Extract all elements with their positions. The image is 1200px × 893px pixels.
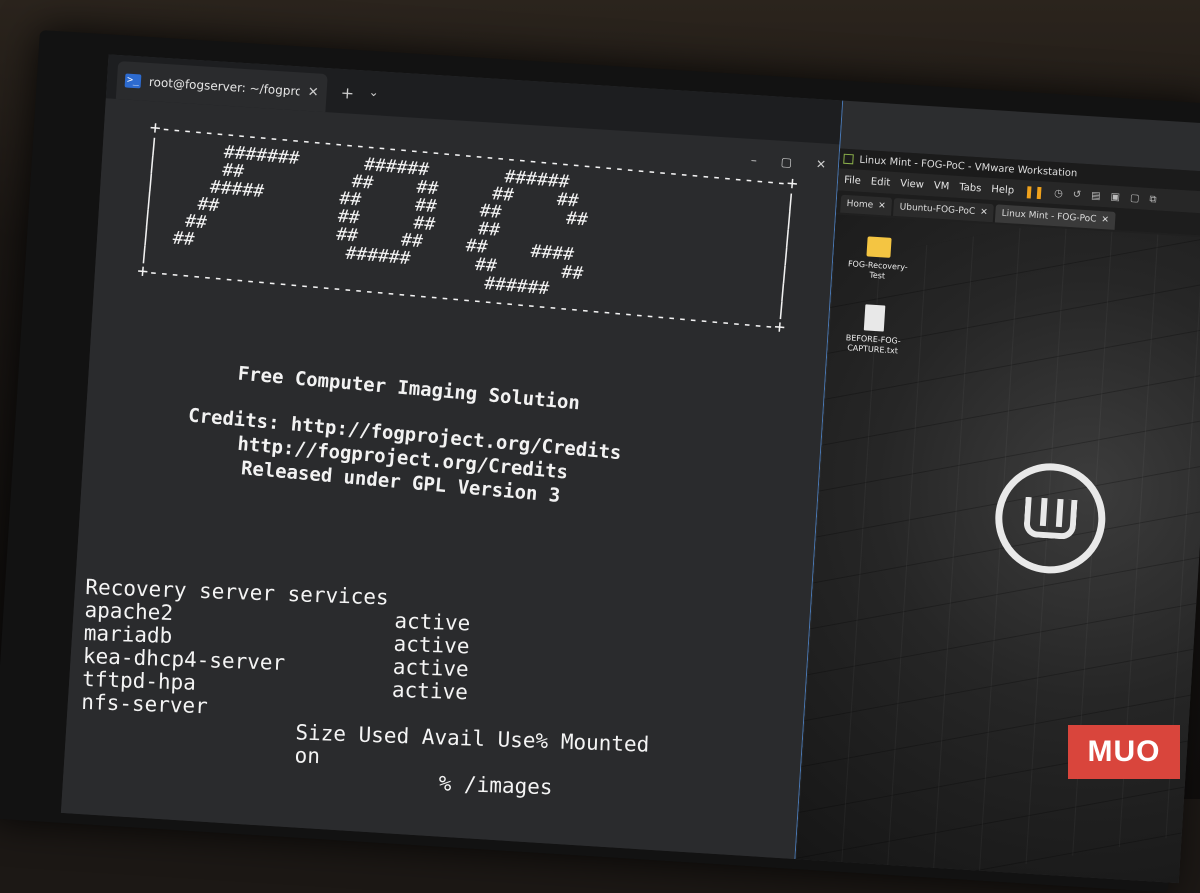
fog-ascii-banner: +---------------------------------------…	[136, 117, 798, 338]
desktop-icon-label: FOG-Recovery-Test	[847, 259, 908, 281]
fullscreen-icon[interactable]: ▣	[1110, 191, 1120, 203]
powershell-icon: >_	[124, 73, 142, 89]
close-icon: ✕	[979, 207, 988, 218]
tab-label: Home	[846, 199, 874, 211]
view-icon[interactable]: ⧉	[1149, 194, 1157, 205]
monitor-bezel: >_ root@fogserver: ~/fogproject ✕ + ⌄ – …	[0, 30, 1200, 893]
menu-vm[interactable]: VM	[934, 180, 950, 192]
terminal-output[interactable]: +---------------------------------------…	[67, 107, 839, 859]
text-file-icon	[863, 304, 886, 332]
tab-label: Linux Mint - FOG-PoC	[1001, 208, 1097, 225]
tab-home[interactable]: Home ✕	[840, 194, 893, 216]
guest-desktop[interactable]: FOG-Recovery-Test BEFORE-FOG-CAPTURE.txt	[795, 214, 1200, 884]
close-icon[interactable]: ✕	[307, 84, 319, 100]
snapshot-icon[interactable]: ◷	[1054, 188, 1063, 200]
desktop-icon-textfile[interactable]: BEFORE-FOG-CAPTURE.txt	[837, 303, 910, 357]
terminal-tab[interactable]: >_ root@fogserver: ~/fogproject ✕	[115, 60, 328, 113]
desktop-icon-label: BEFORE-FOG-CAPTURE.txt	[845, 333, 901, 356]
new-tab-button[interactable]: +	[340, 83, 355, 103]
menu-view[interactable]: View	[900, 178, 924, 190]
desktop-icon-folder[interactable]: FOG-Recovery-Test	[842, 235, 915, 283]
unity-icon[interactable]: ▢	[1130, 192, 1140, 204]
revert-icon[interactable]: ↺	[1072, 189, 1081, 201]
folder-icon	[866, 236, 892, 258]
manager-icon[interactable]: ▤	[1091, 190, 1101, 202]
vmware-logo-icon	[843, 153, 854, 165]
tab-label: Ubuntu-FOG-PoC	[899, 202, 976, 218]
menu-file[interactable]: File	[844, 174, 861, 186]
close-icon: ✕	[1101, 215, 1110, 226]
monitor-screen: >_ root@fogserver: ~/fogproject ✕ + ⌄ – …	[60, 54, 1200, 884]
muo-watermark: MUO	[1068, 725, 1180, 779]
close-icon: ✕	[877, 200, 887, 212]
menu-edit[interactable]: Edit	[871, 176, 891, 188]
services-list: Recovery server services apache2 active …	[79, 575, 666, 803]
pause-icon[interactable]: ❚❚	[1024, 184, 1045, 199]
menu-help[interactable]: Help	[991, 184, 1014, 196]
terminal-tab-title: root@fogserver: ~/fogproject	[148, 74, 301, 99]
banner-text-block: Free Computer Imaging Solution Credits: …	[131, 353, 679, 518]
menu-tabs[interactable]: Tabs	[959, 182, 982, 194]
terminal-window: >_ root@fogserver: ~/fogproject ✕ + ⌄ – …	[60, 54, 844, 860]
chevron-down-icon[interactable]: ⌄	[368, 85, 379, 100]
